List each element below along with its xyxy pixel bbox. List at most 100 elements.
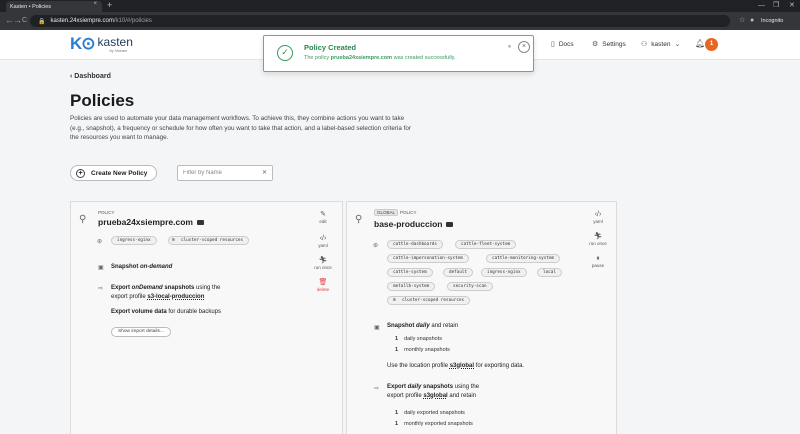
location-profile-link[interactable]: s3global bbox=[450, 363, 474, 369]
logo-name: kasten bbox=[97, 34, 133, 49]
retention-count: 1 monthly snapshots bbox=[395, 347, 450, 353]
namespace-tag: ingress-nginx bbox=[111, 236, 157, 245]
filter-field[interactable]: ✕ bbox=[177, 165, 273, 181]
breadcrumb-dashboard: Dashboard bbox=[74, 73, 111, 80]
toast-message: The policy prueba24xsiempre.com was crea… bbox=[304, 55, 456, 61]
pause-button[interactable]: ⏸︎ pause bbox=[586, 254, 610, 268]
new-tab-button[interactable]: + bbox=[107, 0, 112, 11]
export-retention-count: 1 daily exported snapshots bbox=[395, 410, 465, 416]
plus-icon: + bbox=[76, 168, 85, 178]
snapshot-icon: ▣ bbox=[98, 265, 104, 271]
namespace-tag: cattle-fleet-system bbox=[455, 240, 517, 249]
delete-button[interactable]: 🗑︎ delete bbox=[311, 278, 335, 292]
bell-icon[interactable]: 🔔︎ bbox=[695, 39, 705, 48]
kasten-logo[interactable]: K⊙ kasten by Veeam bbox=[70, 34, 133, 54]
export-retention-count: 1 monthly exported snapshots bbox=[395, 421, 473, 427]
run-icon: 🏃︎ bbox=[593, 233, 603, 240]
tab-close-icon[interactable]: × bbox=[93, 1, 97, 7]
run-once-button[interactable]: 🏃︎ run once bbox=[311, 256, 335, 270]
snapshot-schedule: Snapshot daily and retain bbox=[387, 323, 459, 329]
edit-icon: ✎ bbox=[320, 211, 326, 218]
clear-icon[interactable]: ✕ bbox=[262, 169, 267, 176]
settings-link[interactable]: ⚙ Settings bbox=[592, 40, 626, 49]
settings-label: Settings bbox=[602, 40, 626, 48]
create-policy-label: Create New Policy bbox=[91, 169, 148, 177]
namespace-tag: cattle-dashboards bbox=[387, 240, 443, 249]
policy-card: ⚲ GLOBAL POLICY base-produccion ⊛ cattle-… bbox=[346, 201, 617, 434]
code-icon: ‹/› bbox=[594, 211, 602, 218]
window-close-button[interactable]: ✕ bbox=[789, 0, 795, 11]
export-profile-link[interactable]: s3-local-produccion bbox=[147, 294, 204, 300]
namespace-tag: security-scan bbox=[447, 282, 493, 291]
snapshot-schedule: Snapshot on-demand bbox=[111, 264, 173, 270]
policy-name[interactable]: prueba24xsiempre.com bbox=[98, 217, 204, 227]
restore-button[interactable]: ❐ bbox=[773, 0, 779, 11]
policy-card: ⚲ POLICY prueba24xsiempre.com ⊛ ingress-… bbox=[70, 201, 343, 434]
namespace-tag: local bbox=[537, 268, 562, 277]
create-policy-button[interactable]: + Create New Policy bbox=[70, 165, 157, 181]
gear-icon: ⚙ bbox=[592, 41, 599, 48]
user-icon: ⚇ bbox=[641, 41, 648, 48]
yaml-button[interactable]: ‹/› yaml bbox=[586, 210, 610, 224]
close-icon[interactable]: × bbox=[518, 41, 530, 53]
checkmark-icon: ✓ bbox=[277, 45, 293, 61]
forward-button[interactable]: → bbox=[13, 15, 22, 26]
incognito-label: Incognito bbox=[761, 18, 784, 24]
policy-name[interactable]: base-produccion bbox=[374, 219, 454, 229]
policy-icon: ⚲ bbox=[355, 214, 363, 225]
edit-button[interactable]: ✎ edit bbox=[311, 210, 335, 224]
code-icon: ‹/› bbox=[319, 235, 327, 242]
browser-tabbar: Kasten • Policies × + — ❐ ✕ bbox=[0, 0, 800, 12]
minimize-button[interactable]: — bbox=[758, 0, 765, 11]
user-label: kasten bbox=[651, 40, 671, 48]
page-description: Policies are used to automate your data … bbox=[70, 115, 411, 141]
cluster-icon: ⊞ bbox=[393, 298, 396, 303]
show-import-details-button[interactable]: Show import details... bbox=[111, 327, 171, 337]
snapshot-icon: ▣ bbox=[374, 325, 380, 331]
reload-button[interactable]: C bbox=[22, 15, 27, 26]
export-icon: ⇨ bbox=[98, 286, 104, 292]
export-details: Export onDemand snapshots using the expo… bbox=[111, 285, 221, 300]
toast-title: Policy Created bbox=[304, 43, 357, 52]
policy-type-label: GLOBAL POLICY bbox=[374, 209, 417, 216]
cluster-resources-tag: ⊞ cluster-scoped resources bbox=[168, 236, 250, 245]
pause-icon: ⏸︎ bbox=[596, 255, 600, 262]
yaml-button[interactable]: ‹/› yaml bbox=[311, 234, 335, 248]
export-icon: ⇨ bbox=[374, 386, 380, 392]
url-path: /k10/#/policies bbox=[113, 18, 152, 24]
policy-type-label: POLICY bbox=[98, 210, 115, 215]
browser-tab[interactable]: Kasten • Policies × bbox=[6, 1, 102, 12]
page-title: Policies bbox=[70, 91, 135, 110]
browser-toolbar: ← → C 🔒 kasten.24xsiempre.com /k10/#/pol… bbox=[0, 12, 800, 30]
namespace-tag: cattle-system bbox=[387, 268, 433, 277]
incognito-icon: ● bbox=[750, 17, 755, 24]
lock-icon: 🔒 bbox=[38, 18, 46, 25]
export-profile-link[interactable]: s3global bbox=[423, 393, 447, 399]
filter-input[interactable] bbox=[183, 170, 258, 176]
export-volume: Export volume data for durable backups bbox=[111, 309, 222, 315]
bookmark-star-icon[interactable]: ☆ bbox=[739, 15, 745, 27]
address-bar[interactable]: 🔒 kasten.24xsiempre.com /k10/#/policies bbox=[30, 15, 730, 27]
location-profile-note: Use the location profile s3global for ex… bbox=[387, 363, 525, 369]
retention-count: 1 daily snapshots bbox=[395, 336, 442, 342]
policy-icon: ⚲ bbox=[79, 214, 87, 225]
user-menu[interactable]: ⚇ kasten ⌄ bbox=[641, 40, 684, 49]
logo-sub: by Veeam bbox=[109, 47, 128, 53]
cluster-resources-tag: ⊞ cluster-scoped resources bbox=[387, 296, 471, 305]
notification-badge[interactable]: 1 bbox=[705, 38, 718, 51]
pause-icon[interactable]: ⏸ bbox=[508, 44, 511, 51]
docs-icon: ▯ bbox=[551, 41, 555, 48]
namespace-tag: metallb-system bbox=[387, 282, 436, 291]
breadcrumb[interactable]: ‹ Dashboard bbox=[70, 73, 111, 80]
run-once-button[interactable]: 🏃︎ run once bbox=[586, 232, 610, 246]
terminal-icon bbox=[446, 222, 454, 228]
target-icon: ⊛ bbox=[97, 239, 103, 245]
namespace-tag: default bbox=[443, 268, 474, 277]
docs-link[interactable]: ▯ Docs bbox=[551, 40, 574, 49]
trash-icon: 🗑︎ bbox=[318, 279, 328, 286]
logo-mark: K⊙ bbox=[70, 34, 96, 53]
url-host: kasten.24xsiempre.com bbox=[50, 18, 114, 24]
namespace-tag: ingress-nginx bbox=[481, 268, 527, 277]
browser-tab-title: Kasten • Policies bbox=[10, 3, 52, 10]
global-tag: GLOBAL bbox=[374, 209, 399, 216]
